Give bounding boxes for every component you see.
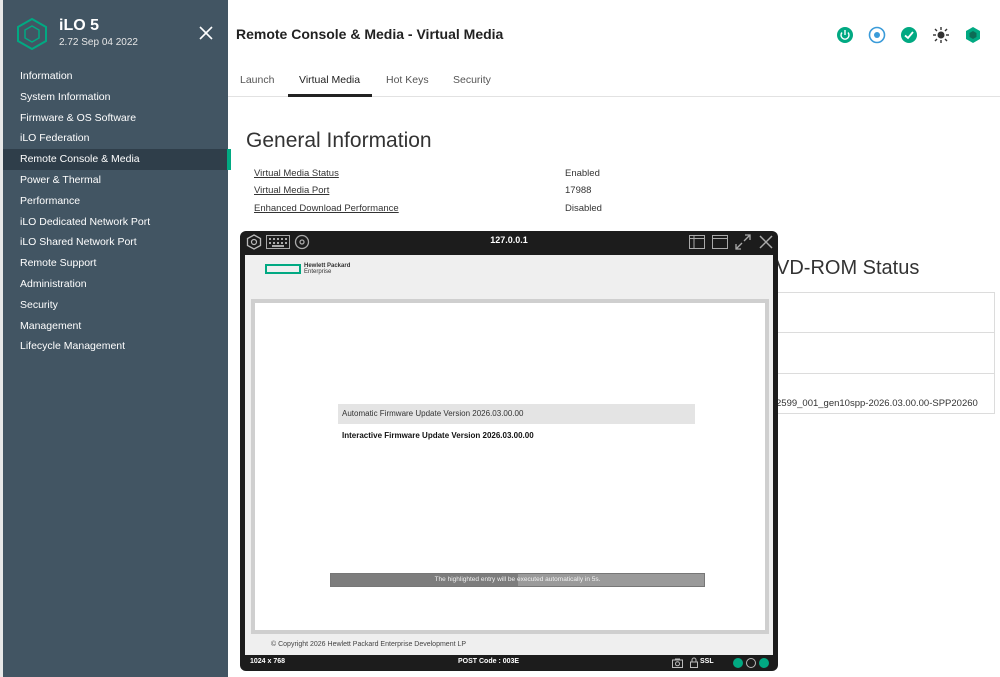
lock-icon: [690, 657, 698, 668]
remote-console-window[interactable]: 127.0.0.1 Hewlett Packard Enterprise Aut…: [240, 231, 778, 671]
window-icon[interactable]: [712, 235, 728, 249]
camera-icon[interactable]: [672, 658, 683, 668]
boot-menu-selected-item[interactable]: Automatic Firmware Update Version 2026.0…: [338, 404, 695, 424]
boot-countdown-bar: The highlighted entry will be executed a…: [330, 573, 705, 587]
sidebar-item-information[interactable]: Information: [3, 66, 231, 87]
locator-icon[interactable]: [868, 26, 886, 44]
panel-icon[interactable]: [689, 235, 705, 249]
screen-resolution: 1024 x 768: [250, 658, 286, 665]
console-statusbar: 1024 x 768 POST Code : 003E SSL: [240, 655, 778, 671]
dvd-rom-status-title: VD-ROM Status: [776, 257, 920, 279]
page-title: Remote Console & Media - Virtual Media: [236, 26, 504, 42]
health-ok-icon[interactable]: [900, 26, 918, 44]
sidebar-item-ilo-shared-network-port[interactable]: iLO Shared Network Port: [3, 232, 231, 253]
enhanced-download-performance-label[interactable]: Enhanced Download Performance: [254, 203, 399, 214]
console-titlebar[interactable]: 127.0.0.1: [240, 231, 778, 253]
sidebar-item-remote-console-media[interactable]: Remote Console & Media: [3, 149, 231, 170]
tab-security[interactable]: Security: [453, 74, 491, 86]
power-icon: [759, 658, 769, 668]
sidebar-item-power-thermal[interactable]: Power & Thermal: [3, 170, 231, 191]
dvd-image-filename: 2599_001_gen10spp-2026.03.00.00-SPP20260: [776, 398, 978, 409]
status-circle-icon: [746, 658, 756, 668]
ilo-logo-icon: [17, 18, 47, 50]
general-information-title: General Information: [246, 129, 432, 152]
virtual-media-status-label[interactable]: Virtual Media Status: [254, 168, 339, 179]
sidebar-item-firmware-os-software[interactable]: Firmware & OS Software: [3, 108, 231, 129]
close-icon[interactable]: [759, 235, 773, 249]
security-shield-icon[interactable]: [964, 26, 982, 44]
table-divider: [772, 373, 995, 374]
sidebar-item-ilo-dedicated-network-port[interactable]: iLO Dedicated Network Port: [3, 212, 231, 233]
virtual-media-status-value: Enabled: [565, 168, 600, 179]
tab-virtual-media[interactable]: Virtual Media: [299, 74, 360, 86]
hpe-brand-text: Hewlett Packard Enterprise: [304, 263, 350, 275]
hpe-brand-line2: Enterprise: [304, 269, 332, 275]
boot-menu-frame: Automatic Firmware Update Version 2026.0…: [251, 299, 769, 634]
enhanced-download-performance-value: Disabled: [565, 203, 602, 214]
app-version: 2.72 Sep 04 2022: [59, 37, 138, 48]
table-divider: [772, 332, 995, 333]
tab-hot-keys[interactable]: Hot Keys: [386, 74, 429, 86]
sidebar-item-performance[interactable]: Performance: [3, 191, 231, 212]
sidebar-item-ilo-federation[interactable]: iLO Federation: [3, 128, 231, 149]
virtual-media-port-value: 17988: [565, 185, 592, 196]
sidebar-item-management[interactable]: Management: [3, 316, 231, 337]
active-tab-indicator: [288, 94, 372, 97]
dvd-rom-status-table: [772, 292, 995, 414]
header-status-icons: [836, 26, 982, 44]
sidebar: iLO 5 2.72 Sep 04 2022 Information Syste…: [0, 0, 231, 677]
sidebar-nav: Information System Information Firmware …: [3, 66, 231, 357]
tab-bar: Launch Virtual Media Hot Keys Security: [228, 66, 1000, 97]
tab-launch[interactable]: Launch: [240, 74, 274, 86]
sidebar-item-remote-support[interactable]: Remote Support: [3, 253, 231, 274]
ssl-label: SSL: [700, 658, 714, 665]
fullscreen-icon[interactable]: [735, 234, 751, 250]
console-copyright: © Copyright 2026 Hewlett Packard Enterpr…: [271, 641, 467, 648]
close-icon[interactable]: [197, 24, 215, 42]
hpe-logo-icon: [265, 264, 301, 274]
virtual-media-port-label[interactable]: Virtual Media Port: [254, 185, 329, 196]
console-screen[interactable]: Hewlett Packard Enterprise Automatic Fir…: [245, 255, 773, 655]
settings-sun-icon[interactable]: [932, 26, 950, 44]
sidebar-item-system-information[interactable]: System Information: [3, 87, 231, 108]
sidebar-item-security[interactable]: Security: [3, 295, 231, 316]
boot-countdown-text: The highlighted entry will be executed a…: [434, 576, 601, 583]
hpe-header-band: Hewlett Packard Enterprise: [245, 255, 773, 303]
power-icon[interactable]: [836, 26, 854, 44]
health-ok-icon: [733, 658, 743, 668]
boot-menu-item[interactable]: Interactive Firmware Update Version 2026…: [342, 431, 534, 440]
post-code: POST Code : 003E: [458, 658, 520, 665]
app-title: iLO 5: [59, 17, 100, 34]
sidebar-item-administration[interactable]: Administration: [3, 274, 231, 295]
sidebar-item-lifecycle-management[interactable]: Lifecycle Management: [3, 336, 231, 357]
